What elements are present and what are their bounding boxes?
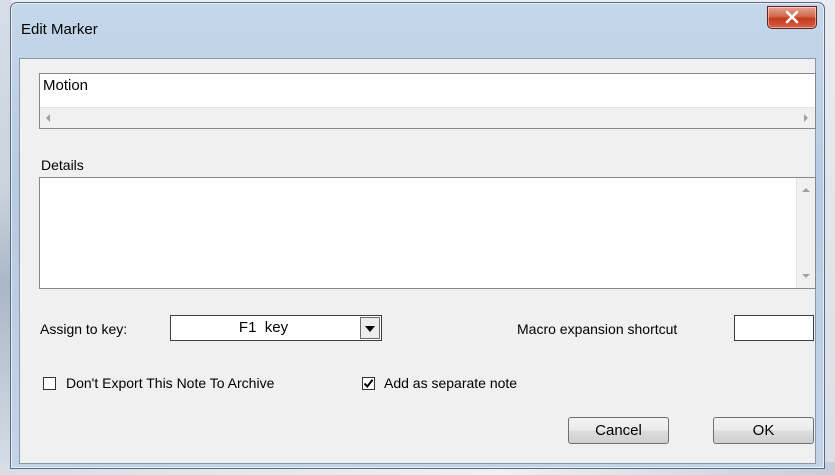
details-label: Details: [41, 157, 84, 173]
dialog-title: Edit Marker: [21, 21, 98, 38]
assign-key-label: Assign to key:: [40, 321, 128, 337]
marker-name-value: Motion: [43, 77, 89, 94]
dropdown-button[interactable]: [360, 317, 380, 339]
cancel-button[interactable]: Cancel: [568, 417, 669, 444]
separate-note-label[interactable]: Add as separate note: [384, 375, 517, 391]
macro-shortcut-input[interactable]: [734, 315, 814, 341]
scroll-up-icon[interactable]: [802, 188, 810, 192]
dont-export-checkbox[interactable]: [43, 377, 56, 390]
scroll-left-icon[interactable]: [46, 114, 50, 122]
assign-key-value: F1 key: [238, 319, 289, 336]
assign-key-select[interactable]: F1 key: [170, 315, 382, 341]
ok-button[interactable]: OK: [713, 417, 814, 444]
details-textarea[interactable]: [39, 177, 816, 289]
vertical-scrollbar[interactable]: [796, 178, 815, 288]
checkmark-icon: [363, 379, 374, 389]
close-button[interactable]: [767, 6, 817, 29]
dialog-client-area: Motion Details Assign to key: F1 key Mac…: [19, 58, 816, 464]
dont-export-label[interactable]: Don't Export This Note To Archive: [66, 375, 274, 391]
marker-name-field[interactable]: Motion: [39, 73, 816, 129]
horizontal-scrollbar[interactable]: [40, 107, 815, 128]
chevron-down-icon: [365, 326, 375, 332]
separate-note-checkbox[interactable]: [362, 377, 375, 390]
scroll-right-icon[interactable]: [804, 114, 808, 122]
close-icon: [785, 10, 799, 24]
edit-marker-dialog: Edit Marker Motion Details Assign to key…: [10, 2, 825, 469]
macro-shortcut-label: Macro expansion shortcut: [517, 321, 678, 337]
scroll-down-icon[interactable]: [802, 274, 810, 278]
